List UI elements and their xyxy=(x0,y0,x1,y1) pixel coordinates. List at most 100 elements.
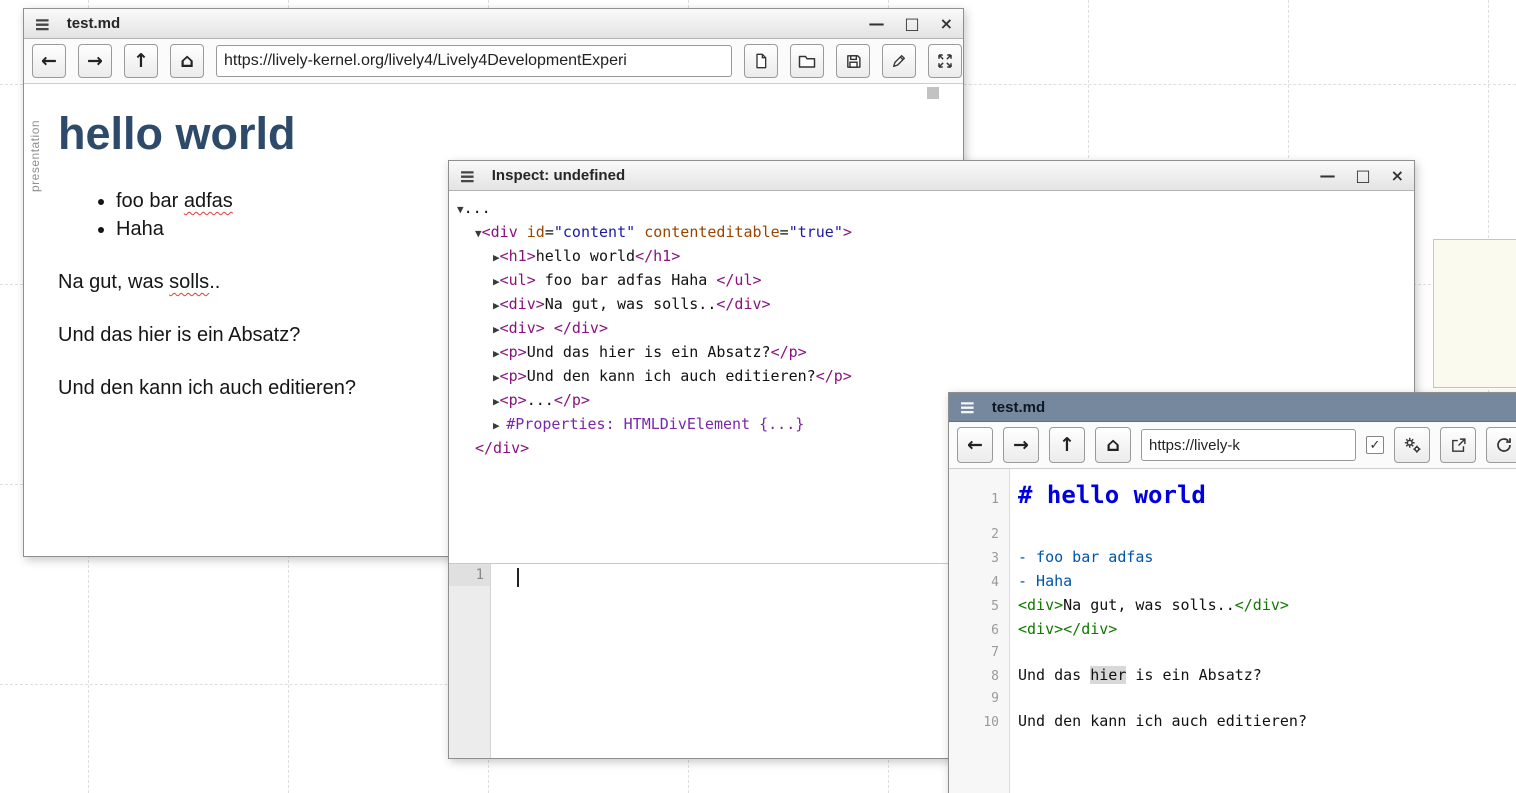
code-line[interactable]: - foo bar adfas xyxy=(1009,546,1153,568)
line-number: 9 xyxy=(949,688,1009,710)
code-line[interactable]: <div></div> xyxy=(1009,618,1117,640)
editor-line[interactable]: 9 xyxy=(949,688,1516,710)
window-markdown-editor: ≡ test.md ← → ↑ ⌂ ✓ 1 xyxy=(948,392,1516,793)
inspector-tree-row[interactable]: ▶<div>Na gut, was solls..</div> xyxy=(449,293,1414,317)
inspector-tree-row[interactable]: ▶<ul> foo bar adfas Haha </ul> xyxy=(449,269,1414,293)
misspelled-word: adfas xyxy=(184,190,233,212)
code-token: <p> xyxy=(500,391,527,409)
editor-line[interactable]: 4- Haha xyxy=(949,570,1516,594)
home-button[interactable]: ⌂ xyxy=(170,44,204,78)
editor-line[interactable]: 1# hello world xyxy=(949,473,1516,524)
up-icon: ↑ xyxy=(1059,436,1075,455)
forward-button[interactable]: → xyxy=(1003,427,1039,463)
menu-icon[interactable]: ≡ xyxy=(459,166,476,186)
forward-icon: → xyxy=(87,52,103,71)
editor-line[interactable]: 7 xyxy=(949,642,1516,664)
editor-gutter: 1 xyxy=(449,564,491,758)
inspector-tree-row[interactable]: ▶<p>Und das hier is ein Absatz?</p> xyxy=(449,341,1414,365)
code-token: </p> xyxy=(554,391,590,409)
code-token: </div> xyxy=(716,295,770,313)
code-token: Und den kann ich auch editieren? xyxy=(1018,712,1307,730)
code-token: Und das hier is ein Absatz? xyxy=(527,343,771,361)
disclosure-arrow-icon[interactable]: ▼ xyxy=(475,227,482,240)
code-line[interactable]: <div>Na gut, was solls..</div> xyxy=(1009,594,1289,616)
disclosure-arrow-icon[interactable]: ▶ xyxy=(493,347,500,360)
new-file-button[interactable] xyxy=(744,44,778,78)
inspector-tree-row[interactable]: ▶<div> </div> xyxy=(449,317,1414,341)
menu-icon[interactable]: ≡ xyxy=(34,14,51,34)
disclosure-arrow-icon[interactable]: ▶ xyxy=(493,275,500,288)
inspector-tree-row[interactable]: ▶<h1>hello world</h1> xyxy=(449,245,1414,269)
code-token: = xyxy=(545,223,554,241)
toolbar-checkbox[interactable]: ✓ xyxy=(1366,436,1384,454)
inspector-tree-row[interactable]: ▶<p>Und den kann ich auch editieren?</p> xyxy=(449,365,1414,389)
menu-icon[interactable]: ≡ xyxy=(959,397,976,417)
scrollbar-handle[interactable] xyxy=(927,87,939,99)
disclosure-arrow-icon[interactable]: ▶ xyxy=(493,371,500,384)
code-token: foo bar adfas Haha xyxy=(536,271,717,289)
code-token: <p> xyxy=(500,367,527,385)
url-input[interactable] xyxy=(1141,429,1356,461)
disclosure-arrow-icon[interactable]: ▼ xyxy=(457,203,464,216)
editor-line[interactable]: 5<div>Na gut, was solls..</div> xyxy=(949,594,1516,618)
inspector-tree-row[interactable]: ▼<div id="content" contenteditable="true… xyxy=(449,221,1414,245)
code-line[interactable]: # hello world xyxy=(1009,481,1206,512)
code-token: <h1> xyxy=(500,247,536,265)
code-token: </div> xyxy=(1235,596,1289,614)
home-button[interactable]: ⌂ xyxy=(1095,427,1131,463)
expand-button[interactable] xyxy=(928,44,962,78)
settings-button[interactable] xyxy=(1394,427,1430,463)
back-button[interactable]: ← xyxy=(32,44,66,78)
open-external-button[interactable] xyxy=(1440,427,1476,463)
refresh-button[interactable] xyxy=(1486,427,1516,463)
minimize-button[interactable]: — xyxy=(868,16,884,32)
line-number: 5 xyxy=(949,596,1009,618)
inspector-tree-row[interactable]: ▼... xyxy=(449,197,1414,221)
save-button[interactable] xyxy=(836,44,870,78)
code-editor[interactable]: 1# hello world23- foo bar adfas4- Haha5<… xyxy=(949,469,1516,793)
code-token: <p> xyxy=(500,343,527,361)
editor-line[interactable]: 10Und den kann ich auch editieren? xyxy=(949,710,1516,734)
back-button[interactable]: ← xyxy=(957,427,993,463)
inspector-titlebar[interactable]: ≡ Inspect: undefined — □ × xyxy=(449,161,1414,191)
background-panel xyxy=(1433,239,1516,388)
edit-button[interactable] xyxy=(882,44,916,78)
editor-line[interactable]: 3- foo bar adfas xyxy=(949,546,1516,570)
paragraph-text: .. xyxy=(209,271,220,293)
browse-folder-button[interactable] xyxy=(790,44,824,78)
editor-line[interactable]: 2 xyxy=(949,524,1516,546)
code-token: </p> xyxy=(816,367,852,385)
url-input[interactable] xyxy=(216,45,732,77)
window-title: Inspect: undefined xyxy=(492,167,625,184)
line-number: 1 xyxy=(949,486,1009,514)
up-button[interactable]: ↑ xyxy=(1049,427,1085,463)
folder-icon xyxy=(798,53,816,69)
disclosure-arrow-icon[interactable]: ▶ xyxy=(493,395,500,408)
code-token xyxy=(545,319,554,337)
code-token: id xyxy=(527,223,545,241)
editor-line[interactable]: 8Und das hier is ein Absatz? xyxy=(949,664,1516,688)
preview-titlebar[interactable]: ≡ test.md — □ × xyxy=(24,9,963,39)
disclosure-arrow-icon[interactable]: ▶ xyxy=(493,299,500,312)
disclosure-arrow-icon[interactable]: ▶ xyxy=(493,251,500,264)
up-button[interactable]: ↑ xyxy=(124,44,158,78)
code-line[interactable]: Und den kann ich auch editieren? xyxy=(1009,710,1307,732)
code-token: <div> xyxy=(500,295,545,313)
code-line[interactable]: - Haha xyxy=(1009,570,1072,592)
editor-line[interactable]: 6<div></div> xyxy=(949,618,1516,642)
maximize-button[interactable]: □ xyxy=(1355,168,1370,184)
external-link-icon xyxy=(1450,437,1467,454)
close-button[interactable]: × xyxy=(940,16,953,32)
disclosure-arrow-icon[interactable]: ▶ xyxy=(493,323,500,336)
minimize-button[interactable]: — xyxy=(1319,168,1335,184)
code-token: </h1> xyxy=(635,247,680,265)
code-token: "content" xyxy=(554,223,635,241)
forward-button[interactable]: → xyxy=(78,44,112,78)
disclosure-arrow-icon[interactable]: ▶ xyxy=(493,419,506,432)
maximize-button[interactable]: □ xyxy=(904,16,919,32)
code-line[interactable]: Und das hier is ein Absatz? xyxy=(1009,664,1262,686)
close-button[interactable]: × xyxy=(1391,168,1404,184)
editor-titlebar[interactable]: ≡ test.md xyxy=(949,393,1516,422)
home-icon: ⌂ xyxy=(1106,436,1120,455)
paragraph-text: Und das hier is ein Absatz? xyxy=(58,324,300,346)
